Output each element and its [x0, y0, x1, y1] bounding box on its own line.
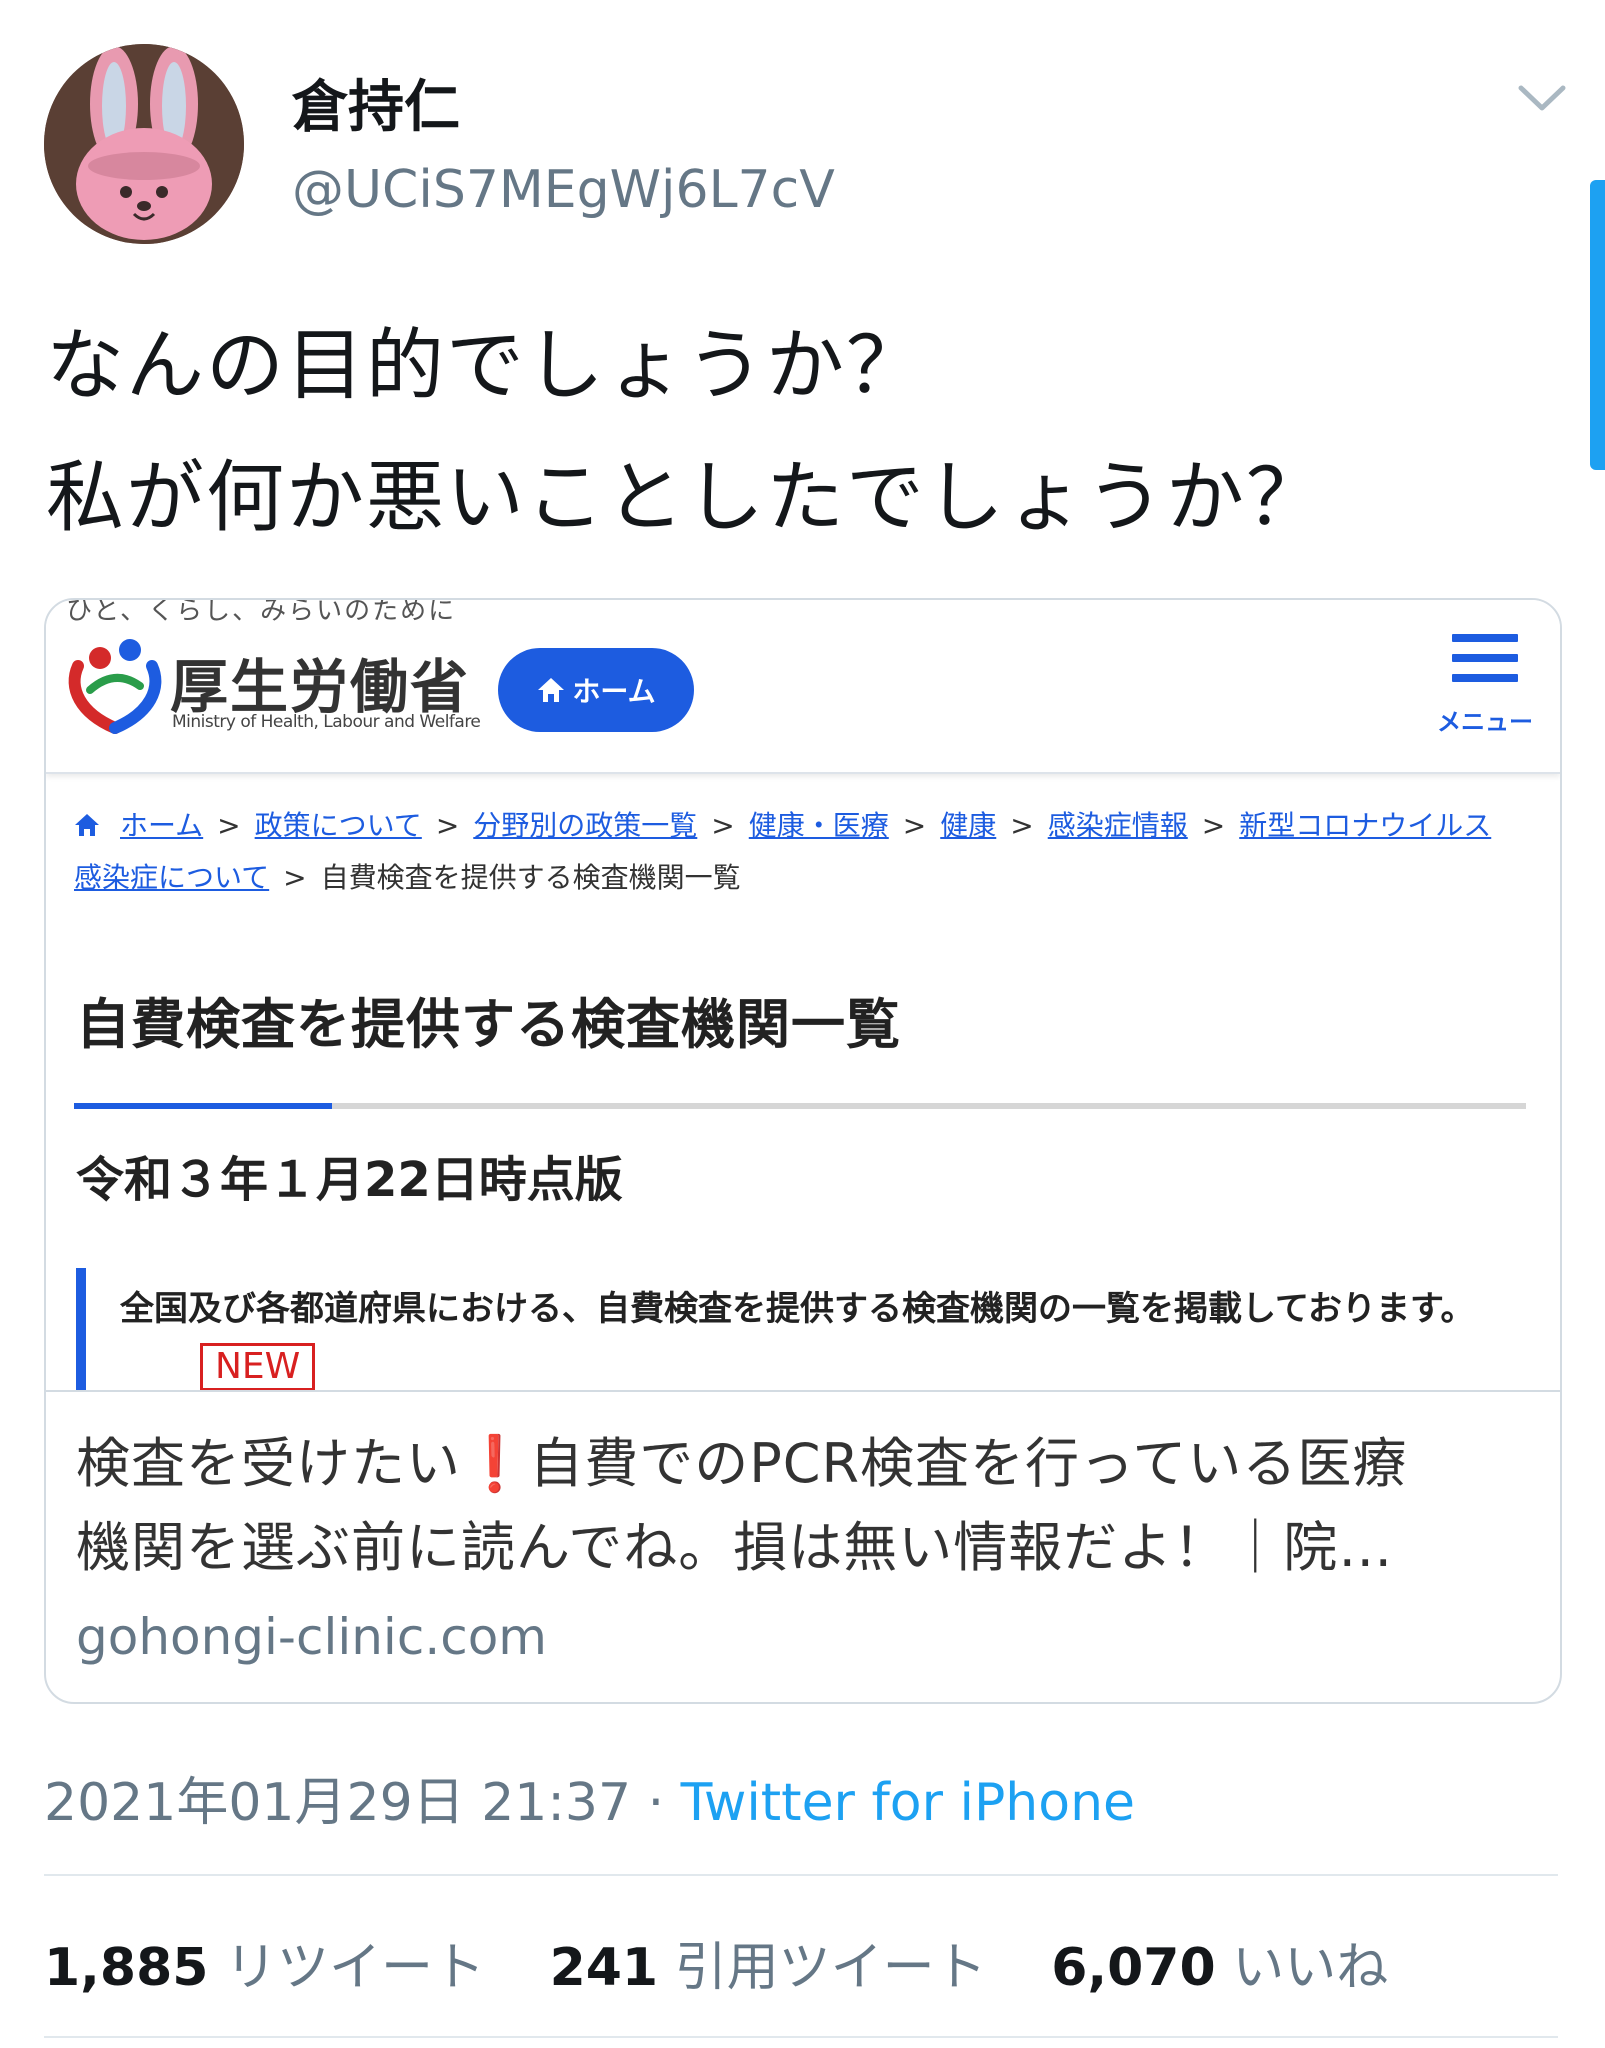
like-label: いいね [1232, 1938, 1389, 1998]
tweet-text-line: 私が何か悪いことしたでしょうか？ [46, 453, 1327, 543]
page-heading: 自費検査を提供する検査機関一覧 [76, 993, 901, 1056]
scrollbar[interactable] [1590, 180, 1605, 470]
home-button: ホーム [498, 648, 694, 732]
breadcrumb-link: ホーム [120, 809, 204, 842]
breadcrumb-separator: > [902, 809, 927, 842]
divider [44, 1874, 1558, 1876]
breadcrumb: ホーム > 政策について > 分野別の政策一覧 > 健康・医療 > 健康 > 感染症情報 > 新型コロナ… [74, 800, 1514, 904]
tweet-meta: 2021年01月29日 21:37 · Twitter for iPhone [44, 1760, 1135, 1835]
menu-button: メニュー [1430, 620, 1540, 736]
card-domain: gohongi-clinic.com [76, 1608, 547, 1666]
breadcrumb-separator: > [217, 809, 241, 842]
tweet-text-line: なんの目的でしょうか？ [46, 321, 927, 411]
breadcrumb-current: 自費検査を提供する検査機関一覧 [320, 861, 741, 894]
breadcrumb-link: 健康 [940, 809, 997, 842]
display-name[interactable]: 倉持仁 [292, 62, 460, 143]
heading-divider-accent [74, 1103, 332, 1109]
divider [44, 2036, 1558, 2038]
tweet-timestamp[interactable]: 2021年01月29日 21:37 [44, 1773, 631, 1833]
tweet-client[interactable]: Twitter for iPhone [681, 1773, 1135, 1833]
card-title-line: 検査を受けたい❗自費でのPCR検査を行っている医療 [76, 1432, 1408, 1495]
tweet-text: なんの目的でしょうか？ 私が何か悪いことしたでしょうか？ [46, 300, 1546, 564]
chevron-down-icon[interactable] [1515, 78, 1569, 118]
breadcrumb-link: 分野別の政策一覧 [473, 809, 698, 842]
home-button-label: ホーム [572, 675, 656, 708]
card-preview-image: ひと、くらし、みらいのために 厚生労働省 Ministry of Health,… [46, 600, 1560, 1390]
breadcrumb-separator: > [1010, 809, 1034, 842]
like-count: 6,070 [1051, 1938, 1216, 1998]
rabbit-avatar-image [44, 44, 244, 244]
card-divider [46, 1390, 1560, 1392]
like-stat[interactable]: 6,070 いいね [1051, 1938, 1388, 1998]
site-name-en: Ministry of Health, Labour and Welfare [172, 712, 481, 732]
breadcrumb-link: 感染症情報 [1047, 809, 1188, 842]
quote-tweet-stat[interactable]: 241 引用ツイート [550, 1938, 987, 1998]
breadcrumb-separator: > [283, 861, 307, 894]
notice-accent-bar [76, 1268, 86, 1390]
card-title: 検査を受けたい❗自費でのPCR検査を行っている医療 機関を選ぶ前に読んでね。損は… [76, 1422, 1546, 1590]
site-header: ひと、くらし、みらいのために 厚生労働省 Ministry of Health,… [46, 600, 1560, 774]
menu-icon [1452, 634, 1518, 694]
avatar[interactable] [44, 44, 244, 244]
breadcrumb-separator: > [435, 809, 460, 842]
breadcrumb-link: 政策について [254, 809, 422, 842]
retweet-stat[interactable]: 1,885 リツイート [44, 1938, 485, 1998]
quote-tweet-label: 引用ツイート [674, 1938, 987, 1998]
link-card[interactable]: ひと、くらし、みらいのために 厚生労働省 Ministry of Health,… [44, 598, 1562, 1704]
site-slogan: ひと、くらし、みらいのために [66, 600, 457, 626]
new-badge: NEW [200, 1343, 316, 1390]
date-heading: 令和３年１月22日時点版 [76, 1152, 623, 1208]
user-handle[interactable]: @UCiS7MEgWj6L7cV [292, 160, 835, 220]
retweet-count: 1,885 [44, 1938, 209, 1998]
tweet-stats: 1,885 リツイート 241 引用ツイート 6,070 いいね [44, 1925, 1436, 2000]
breadcrumb-link: 健康・医療 [748, 809, 889, 842]
retweet-label: リツイート [225, 1938, 486, 1998]
card-title-line: 機関を選ぶ前に読んでね。損は無い情報だよ！｜院… [76, 1516, 1394, 1579]
meta-separator: · [631, 1773, 681, 1833]
quote-tweet-count: 241 [549, 1938, 659, 1998]
notice-body: 全国及び各都道府県における、自費検査を提供する検査機関の一覧を掲載しております。 [120, 1289, 1475, 1329]
notice-text: 全国及び各都道府県における、自費検査を提供する検査機関の一覧を掲載しております。… [120, 1280, 1520, 1390]
menu-label: メニュー [1437, 708, 1533, 736]
breadcrumb-separator: > [711, 809, 735, 842]
home-icon [75, 814, 99, 836]
mhlw-logo-icon [68, 639, 162, 734]
breadcrumb-separator: > [1201, 809, 1226, 842]
home-icon [538, 678, 565, 702]
